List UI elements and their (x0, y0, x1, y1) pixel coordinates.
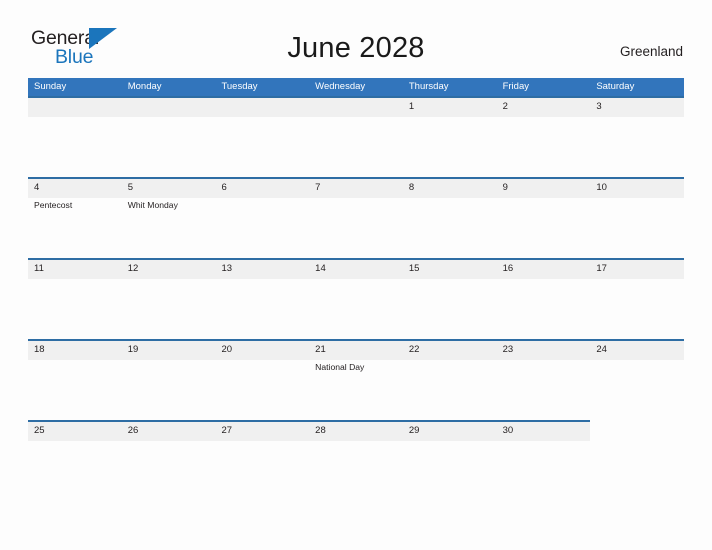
calendar-day-cell[interactable]: 24 (590, 339, 684, 420)
day-number: 6 (221, 182, 227, 193)
day-number: 8 (408, 182, 415, 193)
calendar-day-cell[interactable] (28, 96, 122, 177)
calendar-week-row: 1 2 3 (28, 96, 684, 177)
day-number: 5 (127, 182, 134, 193)
calendar-day-cell[interactable]: 26 (122, 420, 216, 501)
day-number: 4 (34, 182, 40, 193)
day-number: 12 (127, 263, 139, 274)
calendar-week-row: 25 26 27 28 29 30 (28, 420, 684, 501)
day-number: 29 (408, 425, 420, 436)
day-number: 1 (408, 101, 415, 112)
day-event: Whit Monday (127, 200, 178, 210)
day-number: 18 (34, 344, 45, 355)
weekday-saturday: Saturday (596, 81, 635, 92)
calendar-page: General Blue June 2028 Greenland Sunday … (0, 0, 712, 550)
calendar-day-cell[interactable] (215, 96, 309, 177)
weekday-friday: Friday (502, 81, 529, 92)
calendar-day-cell[interactable]: 22 (403, 339, 497, 420)
calendar-day-cell[interactable]: 17 (590, 258, 684, 339)
day-number: 20 (221, 344, 233, 355)
calendar-week-row: 11 12 13 14 15 16 17 (28, 258, 684, 339)
calendar-week-row: 18 19 20 21 National Day 22 23 24 (28, 339, 684, 420)
calendar-day-cell[interactable]: 2 (497, 96, 591, 177)
day-number: 11 (34, 263, 44, 274)
calendar-grid: Sunday Monday Tuesday Wednesday Thursday… (28, 78, 684, 501)
day-number: 13 (221, 263, 233, 274)
calendar-day-cell[interactable]: 1 (403, 96, 497, 177)
day-number: 28 (315, 425, 326, 436)
weekday-monday: Monday (127, 81, 162, 92)
day-number: 25 (34, 425, 45, 436)
calendar-day-cell[interactable]: 3 (590, 96, 684, 177)
day-number: 24 (596, 344, 607, 355)
calendar-day-cell[interactable] (122, 96, 216, 177)
day-number: 7 (315, 182, 321, 193)
weekday-thursday: Thursday (408, 81, 449, 92)
calendar-day-cell[interactable]: 10 (590, 177, 684, 258)
day-number: 17 (596, 263, 607, 274)
calendar-day-cell[interactable]: 28 (309, 420, 403, 501)
calendar-day-cell[interactable]: 9 (497, 177, 591, 258)
day-number: 23 (502, 344, 514, 355)
calendar-day-cell[interactable] (309, 96, 403, 177)
day-number: 22 (408, 344, 420, 355)
calendar-day-cell[interactable]: 29 (403, 420, 497, 501)
calendar-day-cell[interactable]: 4 Pentecost (28, 177, 122, 258)
day-number: 3 (596, 101, 602, 112)
day-number: 14 (315, 263, 326, 274)
calendar-day-cell[interactable]: 23 (497, 339, 591, 420)
day-number: 2 (502, 101, 508, 112)
day-event: National Day (315, 362, 365, 372)
calendar-day-cell[interactable]: 11 (28, 258, 122, 339)
country-label: Greenland (619, 44, 683, 59)
calendar-day-cell[interactable]: 25 (28, 420, 122, 501)
calendar-day-cell[interactable]: 13 (215, 258, 309, 339)
day-number: 26 (127, 425, 139, 436)
weekday-wednesday: Wednesday (315, 81, 366, 92)
calendar-day-cell[interactable]: 12 (122, 258, 216, 339)
day-number: 9 (502, 182, 508, 193)
calendar-day-cell[interactable]: 5 Whit Monday (122, 177, 216, 258)
day-number: 16 (502, 263, 514, 274)
day-number: 10 (596, 182, 607, 193)
calendar-week-row: 4 Pentecost 5 Whit Monday 6 7 8 9 10 (28, 177, 684, 258)
day-number: 15 (408, 263, 420, 274)
calendar-day-cell[interactable] (590, 420, 684, 501)
calendar-day-cell[interactable]: 19 (122, 339, 216, 420)
weekday-header-row: Sunday Monday Tuesday Wednesday Thursday… (28, 78, 684, 96)
page-title: June 2028 (287, 32, 425, 64)
calendar-day-cell[interactable]: 20 (215, 339, 309, 420)
weekday-sunday: Sunday (34, 81, 67, 92)
day-event: Pentecost (34, 200, 73, 210)
calendar-day-cell[interactable]: 14 (309, 258, 403, 339)
day-number: 21 (315, 344, 326, 355)
page-header: General Blue June 2028 Greenland (0, 0, 712, 68)
calendar-day-cell[interactable]: 15 (403, 258, 497, 339)
calendar-day-cell[interactable]: 7 (309, 177, 403, 258)
calendar-day-cell[interactable]: 18 (28, 339, 122, 420)
calendar-day-cell[interactable]: 16 (497, 258, 591, 339)
weekday-tuesday: Tuesday (221, 81, 258, 92)
day-number: 30 (502, 425, 514, 436)
calendar-day-cell[interactable]: 8 (403, 177, 497, 258)
calendar-day-cell[interactable]: 21 National Day (309, 339, 403, 420)
calendar-day-cell[interactable]: 6 (215, 177, 309, 258)
day-number: 27 (221, 425, 233, 436)
calendar-day-cell[interactable]: 27 (215, 420, 309, 501)
day-number: 19 (127, 344, 139, 355)
calendar-day-cell[interactable]: 30 (497, 420, 591, 501)
